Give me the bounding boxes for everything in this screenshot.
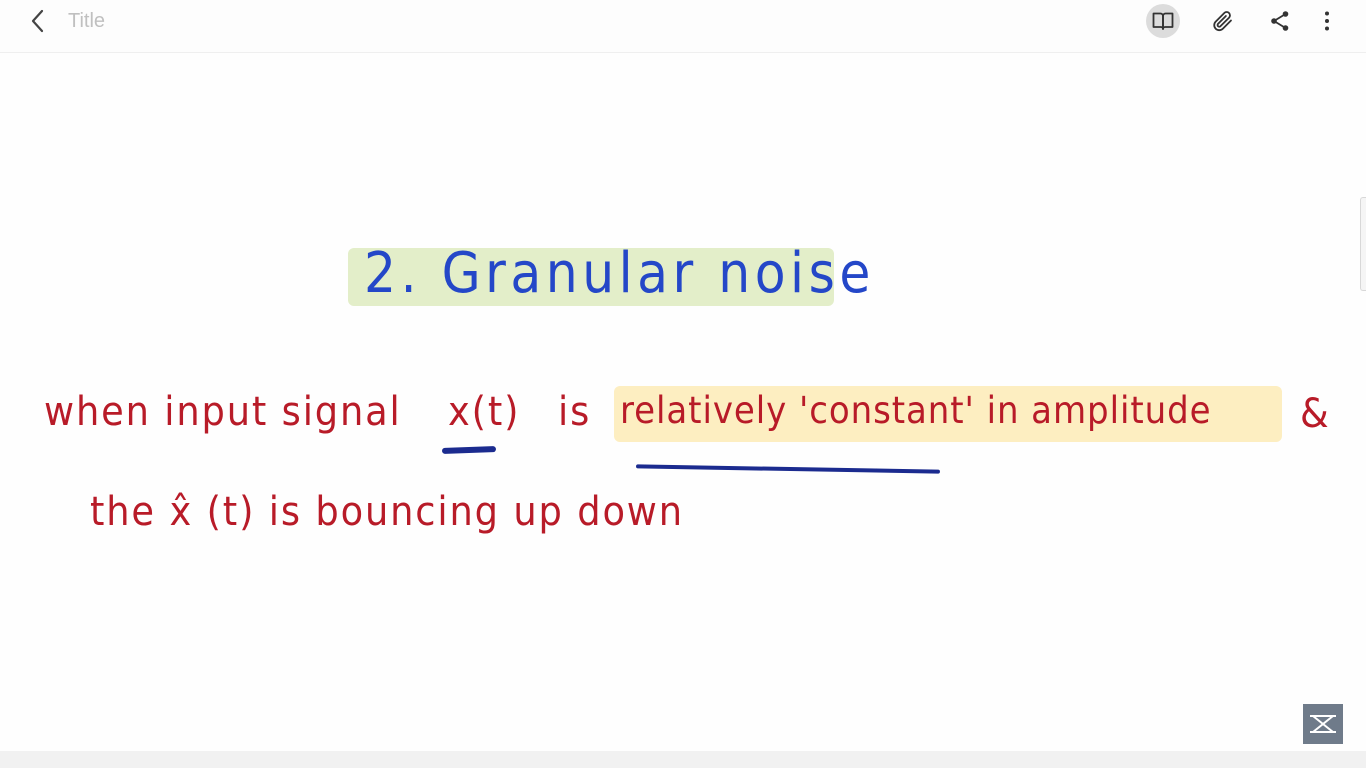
reading-mode-button[interactable] — [1146, 4, 1180, 38]
back-button[interactable] — [22, 5, 54, 37]
vertical-scrollbar[interactable] — [1360, 197, 1366, 291]
more-vertical-icon — [1325, 11, 1329, 31]
note-line1-signal: x(t) — [448, 389, 521, 435]
more-options-button[interactable] — [1310, 4, 1344, 38]
channel-logo — [1303, 704, 1343, 744]
paperclip-icon — [1213, 11, 1232, 32]
note-line1-part1: when input signal — [44, 389, 402, 435]
share-button[interactable] — [1263, 4, 1297, 38]
logo-icon — [1310, 715, 1336, 733]
note-line2: the x̂ (t) is bouncing up down — [90, 489, 684, 535]
attach-button[interactable] — [1206, 4, 1240, 38]
note-line1-phrase: relatively 'constant' in amplitude — [620, 389, 1212, 432]
note-line1-is: is — [558, 389, 592, 435]
share-icon — [1271, 11, 1289, 31]
note-line1-ampersand: & — [1300, 391, 1331, 437]
note-heading: 2. Granular noise — [364, 241, 875, 306]
chevron-left-icon — [31, 9, 44, 33]
bottom-bar — [0, 751, 1366, 768]
top-toolbar — [0, 0, 1366, 53]
title-input[interactable] — [68, 8, 368, 34]
book-open-icon — [1152, 12, 1174, 30]
